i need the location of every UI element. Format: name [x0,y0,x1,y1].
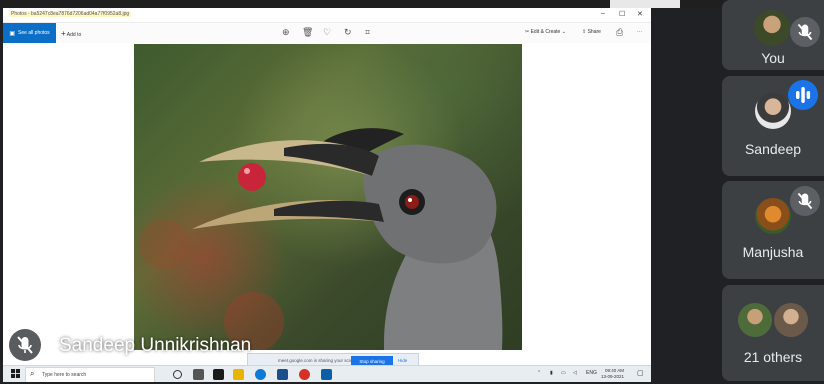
more-button[interactable]: ··· [637,29,642,35]
avatar [754,10,790,46]
participant-name: Manjusha [742,244,804,260]
mic-off-icon [797,23,813,41]
see-all-photos-button[interactable]: ▣ See all photos [3,23,56,43]
plus-icon: + [61,29,66,38]
sandeep-speaking-indicator [788,80,818,110]
hornbill-illustration [139,128,503,350]
close-button[interactable]: ✕ [637,10,643,18]
photos-toolbar: ▣ See all photos + Add to ⊕ 🗑 ♡ ↻ ⌗ ✂ Ed… [3,23,651,43]
print-icon[interactable]: ⎙ [616,27,623,38]
presenter-name: Sandeep Unnikrishnan [59,335,252,356]
avatar [755,93,791,129]
participant-tile-sandeep[interactable]: Sandeep [722,76,824,176]
presenter-mic-status [9,329,41,361]
rotate-icon[interactable]: ↻ [344,27,352,38]
you-mic-status [790,17,820,47]
top-strip [0,0,824,8]
mic-off-icon [797,192,813,210]
window-title: Photos - ba5247c8ea7876d7206ad04a77f0952… [9,11,132,17]
add-to-label: Add to [66,32,82,38]
edit-create-button[interactable]: ✂ Edit & Create ⌄ [525,29,566,35]
participant-name: Sandeep [744,141,802,157]
share-button[interactable]: ⇪ Share [582,29,601,35]
avatar [774,303,808,337]
see-all-photos-label: See all photos [17,30,50,36]
chevron-down-icon: ⌄ [560,29,566,35]
avatar [738,303,772,337]
presenter-overlay: Sandeep Unnikrishnan [3,324,651,374]
minimize-button[interactable]: – [601,10,605,17]
hornbill-photo [134,44,522,350]
participant-tile-manjusha[interactable]: Manjusha [722,181,824,279]
participant-tile-you[interactable]: You [722,0,824,70]
audio-level-icon [796,87,811,103]
manjusha-mic-status [790,186,820,216]
participant-tile-others[interactable]: 21 others [722,285,824,381]
add-to-button[interactable]: + Add to [61,29,81,38]
delete-icon[interactable]: 🗑 [302,27,313,38]
participant-name: You [761,50,785,66]
stage-divider [652,8,670,382]
window-titlebar: Photos - ba5247c8ea7876d7206ad04a77f0952… [3,8,651,23]
participant-name: 21 others [743,349,803,365]
favorite-icon[interactable]: ♡ [323,27,331,38]
crop-icon[interactable]: ⌗ [365,27,370,38]
zoom-icon[interactable]: ⊕ [282,27,290,38]
taskbar-date: 13-09-2021 [601,374,625,379]
mic-off-icon [17,336,33,354]
photos-icon: ▣ [9,30,15,37]
maximize-button[interactable]: ☐ [619,10,625,18]
avatar [755,198,791,234]
